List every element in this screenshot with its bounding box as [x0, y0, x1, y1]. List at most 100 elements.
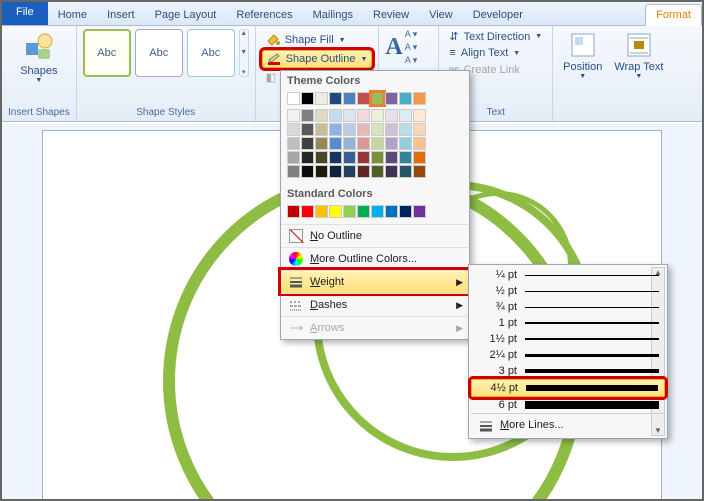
- theme-shade-swatch[interactable]: [301, 137, 314, 150]
- shape-outline-button[interactable]: Shape Outline ▼: [262, 50, 373, 68]
- theme-color-swatch[interactable]: [315, 92, 328, 105]
- theme-shade-swatch[interactable]: [399, 137, 412, 150]
- theme-shade-swatch[interactable]: [343, 109, 356, 122]
- weight-option[interactable]: 6 pt: [471, 397, 665, 413]
- theme-shade-swatch[interactable]: [385, 151, 398, 164]
- theme-shade-swatch[interactable]: [329, 137, 342, 150]
- theme-shade-swatch[interactable]: [301, 123, 314, 136]
- theme-shade-swatch[interactable]: [385, 165, 398, 178]
- standard-color-swatch[interactable]: [315, 205, 328, 218]
- dashes-item[interactable]: Dashes ▶: [281, 293, 469, 316]
- theme-shade-swatch[interactable]: [343, 165, 356, 178]
- standard-color-swatch[interactable]: [357, 205, 370, 218]
- standard-color-swatch[interactable]: [385, 205, 398, 218]
- standard-color-swatch[interactable]: [399, 205, 412, 218]
- theme-shade-swatch[interactable]: [413, 123, 426, 136]
- theme-shade-swatch[interactable]: [399, 151, 412, 164]
- theme-shade-swatch[interactable]: [371, 123, 384, 136]
- theme-shade-swatch[interactable]: [301, 109, 314, 122]
- text-fill-button[interactable]: A ▾: [405, 29, 418, 40]
- standard-color-swatch[interactable]: [287, 205, 300, 218]
- weight-option[interactable]: 1½ pt: [471, 331, 665, 347]
- gallery-scroll[interactable]: ▲▼▾: [239, 29, 249, 77]
- theme-shade-swatch[interactable]: [287, 109, 300, 122]
- theme-shade-swatch[interactable]: [315, 109, 328, 122]
- weight-option[interactable]: 4½ pt: [471, 379, 665, 397]
- tab-home[interactable]: Home: [48, 5, 97, 25]
- theme-shade-swatch[interactable]: [357, 123, 370, 136]
- weight-option[interactable]: ¼ pt: [471, 267, 665, 283]
- theme-color-swatch[interactable]: [413, 92, 426, 105]
- wordart-preset[interactable]: A: [385, 34, 402, 61]
- theme-shade-swatch[interactable]: [371, 137, 384, 150]
- tab-page-layout[interactable]: Page Layout: [145, 5, 227, 25]
- text-direction-button[interactable]: ⇵Text Direction▼: [445, 29, 546, 44]
- theme-shade-swatch[interactable]: [357, 151, 370, 164]
- tab-mailings[interactable]: Mailings: [303, 5, 363, 25]
- tab-review[interactable]: Review: [363, 5, 419, 25]
- theme-shade-swatch[interactable]: [315, 165, 328, 178]
- theme-color-swatch[interactable]: [343, 92, 356, 105]
- theme-shade-swatch[interactable]: [315, 123, 328, 136]
- theme-shade-swatch[interactable]: [413, 137, 426, 150]
- theme-color-swatch[interactable]: [329, 92, 342, 105]
- wrap-text-button[interactable]: Wrap Text▼: [610, 29, 667, 82]
- weight-option[interactable]: 2¼ pt: [471, 347, 665, 363]
- weight-option[interactable]: ½ pt: [471, 283, 665, 299]
- theme-shade-swatch[interactable]: [287, 151, 300, 164]
- tab-developer[interactable]: Developer: [463, 5, 533, 25]
- theme-shade-swatch[interactable]: [329, 109, 342, 122]
- standard-color-swatch[interactable]: [371, 205, 384, 218]
- standard-color-swatch[interactable]: [413, 205, 426, 218]
- theme-shade-swatch[interactable]: [371, 109, 384, 122]
- theme-shade-swatch[interactable]: [343, 151, 356, 164]
- no-outline-item[interactable]: No Outline: [281, 224, 469, 247]
- weight-option[interactable]: 1 pt: [471, 315, 665, 331]
- theme-color-swatch[interactable]: [399, 92, 412, 105]
- theme-shade-swatch[interactable]: [385, 137, 398, 150]
- position-button[interactable]: Position▼: [559, 29, 606, 82]
- more-lines-item[interactable]: More Lines...: [471, 413, 665, 436]
- text-outline-button[interactable]: A ▾: [405, 42, 418, 53]
- style-preset-2[interactable]: Abc: [135, 29, 183, 77]
- tab-file[interactable]: File: [2, 1, 48, 25]
- tab-view[interactable]: View: [419, 5, 463, 25]
- standard-color-swatch[interactable]: [301, 205, 314, 218]
- theme-shade-swatch[interactable]: [329, 165, 342, 178]
- theme-shade-swatch[interactable]: [287, 137, 300, 150]
- theme-shade-swatch[interactable]: [413, 165, 426, 178]
- theme-color-swatch[interactable]: [287, 92, 300, 105]
- theme-shade-swatch[interactable]: [371, 151, 384, 164]
- theme-shade-swatch[interactable]: [357, 109, 370, 122]
- theme-shade-swatch[interactable]: [315, 151, 328, 164]
- theme-shade-swatch[interactable]: [413, 151, 426, 164]
- theme-shade-swatch[interactable]: [357, 137, 370, 150]
- theme-shade-swatch[interactable]: [301, 165, 314, 178]
- standard-color-swatch[interactable]: [343, 205, 356, 218]
- theme-shade-swatch[interactable]: [385, 109, 398, 122]
- theme-shade-swatch[interactable]: [399, 165, 412, 178]
- theme-shade-swatch[interactable]: [329, 151, 342, 164]
- theme-shade-swatch[interactable]: [399, 123, 412, 136]
- more-colors-item[interactable]: More Outline Colors...: [281, 247, 469, 270]
- weight-option[interactable]: ¾ pt: [471, 299, 665, 315]
- shapes-button[interactable]: Shapes ▼: [8, 29, 70, 86]
- align-text-button[interactable]: ≡Align Text▼: [445, 46, 546, 60]
- tab-references[interactable]: References: [226, 5, 302, 25]
- weight-option[interactable]: 3 pt: [471, 363, 665, 379]
- shape-fill-button[interactable]: Shape Fill ▼: [262, 32, 373, 48]
- theme-color-swatch[interactable]: [385, 92, 398, 105]
- theme-shade-swatch[interactable]: [399, 109, 412, 122]
- theme-shade-swatch[interactable]: [343, 137, 356, 150]
- theme-shade-swatch[interactable]: [385, 123, 398, 136]
- theme-shade-swatch[interactable]: [343, 123, 356, 136]
- weight-item[interactable]: Weight ▶: [281, 270, 469, 293]
- style-preset-3[interactable]: Abc: [187, 29, 235, 77]
- style-preset-1[interactable]: Abc: [83, 29, 131, 77]
- tab-insert[interactable]: Insert: [97, 5, 145, 25]
- theme-shade-swatch[interactable]: [371, 165, 384, 178]
- theme-shade-swatch[interactable]: [315, 137, 328, 150]
- tab-format[interactable]: Format: [645, 4, 702, 26]
- theme-shade-swatch[interactable]: [357, 165, 370, 178]
- text-effects-button[interactable]: A ▾: [405, 55, 418, 66]
